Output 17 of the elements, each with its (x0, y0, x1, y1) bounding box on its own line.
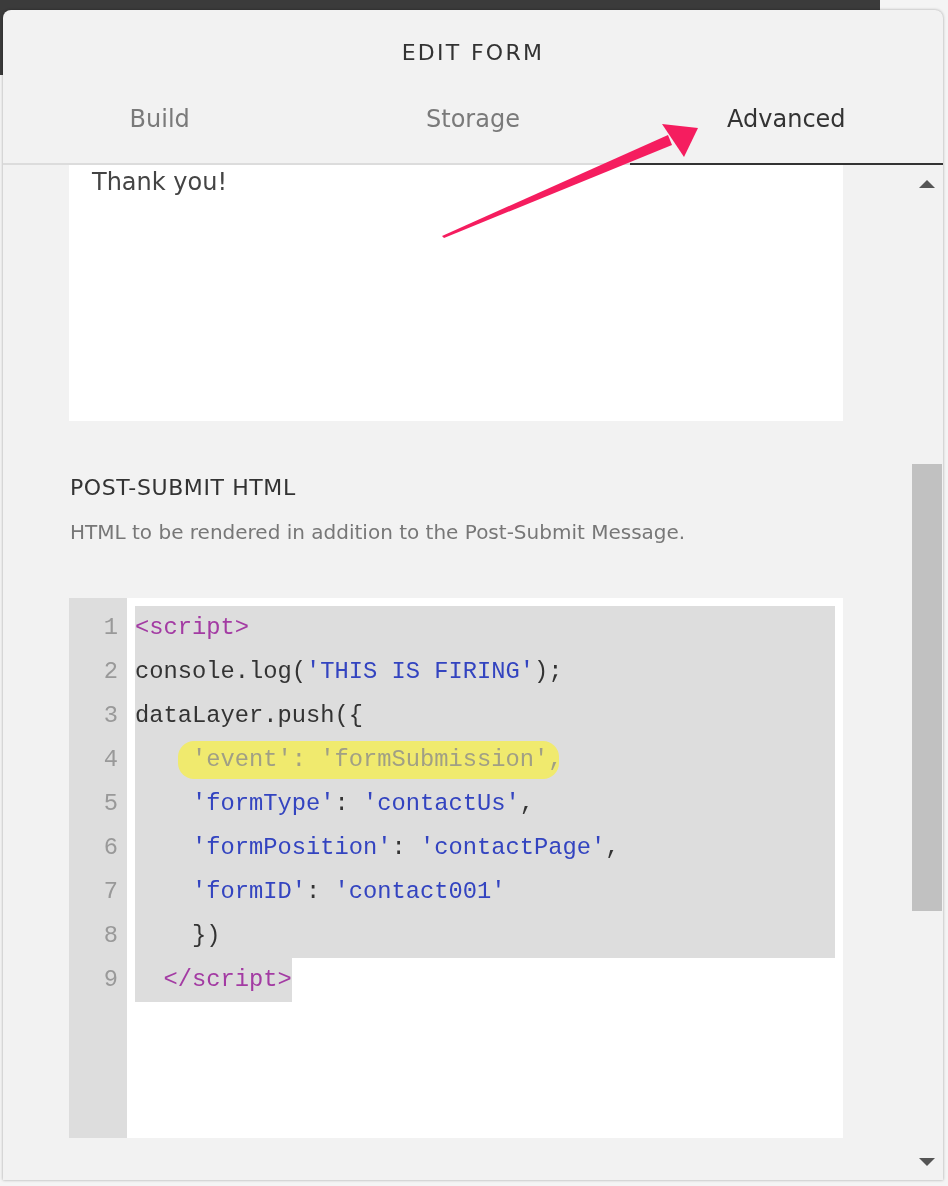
line-number: 9 (103, 965, 118, 995)
section-description: HTML to be rendered in addition to the Post-Submit Message. (70, 520, 686, 544)
line-number: 1 (103, 613, 118, 643)
line-number: 7 (103, 877, 118, 907)
line-number: 6 (103, 833, 118, 863)
message-field[interactable]: Thank you! (69, 165, 843, 421)
scrollbar-thumb[interactable] (911, 464, 942, 911)
scroll-up-icon[interactable] (918, 180, 935, 188)
scroll-down-icon[interactable] (918, 1158, 935, 1166)
line-number: 4 (103, 745, 118, 775)
dialog-title: EDIT FORM (401, 40, 545, 66)
line-number: 2 (103, 657, 118, 687)
section-heading: POST-SUBMIT HTML (70, 474, 296, 502)
line-number: 8 (103, 921, 118, 951)
code-editor[interactable]: 1 2 3 4 5 6 7 8 9 <script> console.log('THIS IS FIRING'); dataLayer.push({ 'event': 'formSubmission', 'formType': 'contactUs', 'formPosition': 'contactPage', 'formID': 'contact001' }) </script> (69, 598, 843, 1138)
line-number: 3 (103, 701, 118, 731)
line-number: 5 (103, 789, 118, 819)
